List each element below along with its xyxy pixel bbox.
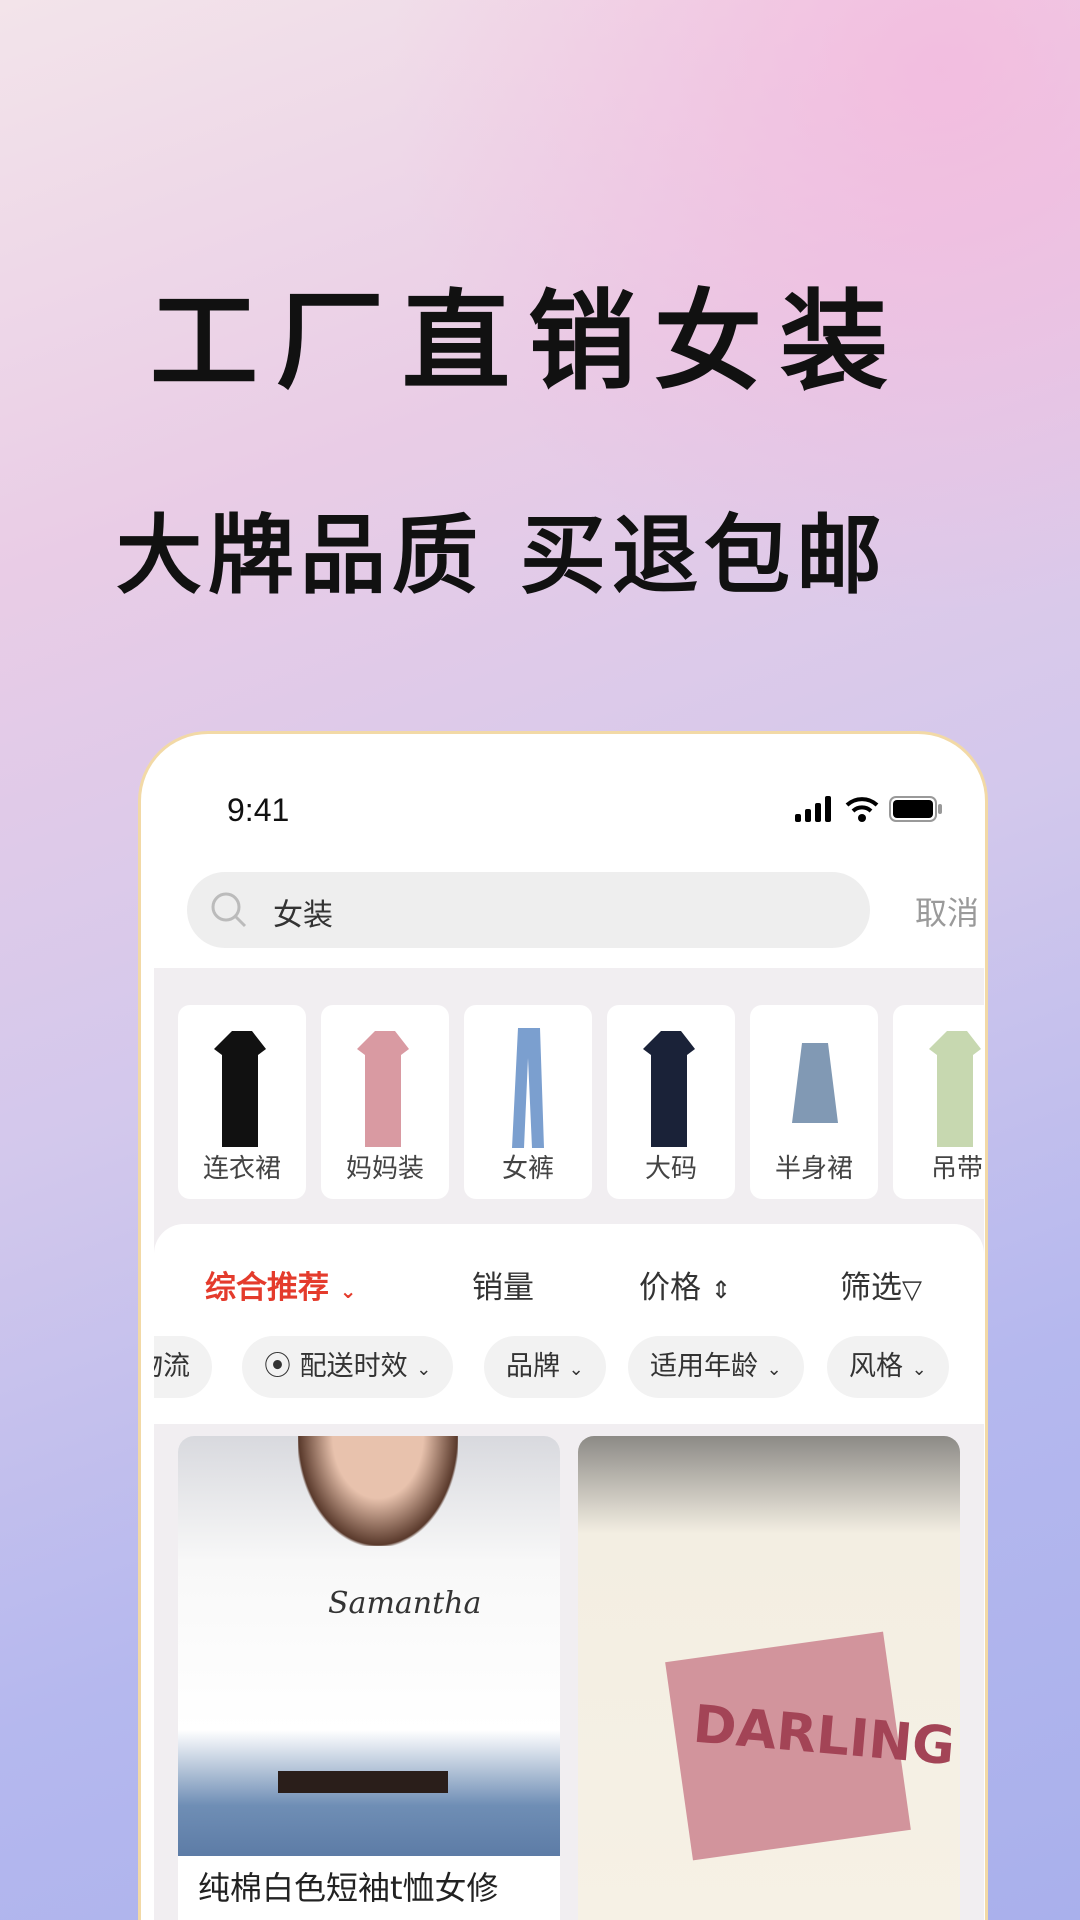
- category-item[interactable]: 连衣裙: [178, 1005, 306, 1199]
- sort-price[interactable]: 价格 ⇕: [639, 1262, 731, 1307]
- sort-filter-panel: 综合推荐 ⌄ 销量 价格 ⇕ 筛选▽ 物流⦿ 配送时效 ⌄品牌 ⌄适用年龄 ⌄风…: [154, 1224, 984, 1424]
- filter-button[interactable]: 筛选▽: [840, 1262, 922, 1307]
- phone-mockup: 9:41 女装 取消 连衣裙 妈妈装 女裤 大码 半身裙 吊带 综合推荐 ⌄ 销量 价格 …: [138, 731, 988, 1920]
- clothing-icon: [643, 1031, 695, 1147]
- category-label: 吊带: [930, 1154, 983, 1184]
- status-time: 9:41: [227, 792, 290, 828]
- filter-chip[interactable]: 物流: [154, 1336, 212, 1398]
- filter-chip[interactable]: 适用年龄 ⌄: [628, 1336, 804, 1398]
- clothing-icon: [929, 1031, 981, 1147]
- search-input[interactable]: 女装: [187, 872, 870, 948]
- location-pin-icon: ⦿: [264, 1351, 291, 1382]
- category-list: 连衣裙 妈妈装 女裤 大码 半身裙 吊带: [178, 1005, 984, 1199]
- content-area: 连衣裙 妈妈装 女裤 大码 半身裙 吊带 综合推荐 ⌄ 销量 价格 ⇕ 筛选▽ 物流 ⦿ 配…: [154, 968, 984, 1920]
- sort-updown-icon: ⇕: [710, 1276, 731, 1304]
- clothing-icon: [512, 1028, 544, 1148]
- category-label: 连衣裙: [202, 1154, 281, 1184]
- battery-icon: [889, 796, 942, 822]
- chip-label: 物流: [154, 1351, 190, 1382]
- signal-icon: [795, 796, 831, 822]
- clothing-icon: [214, 1031, 266, 1147]
- clothing-icon: [792, 1043, 838, 1123]
- sort-price-label: 价格: [639, 1270, 701, 1306]
- chip-label: 风格: [849, 1351, 903, 1382]
- category-item[interactable]: 妈妈装: [321, 1005, 449, 1199]
- product-card[interactable]: DARLING: [578, 1436, 960, 1920]
- cancel-button[interactable]: 取消: [915, 888, 979, 934]
- category-label: 半身裙: [774, 1154, 853, 1184]
- filter-chip[interactable]: ⦿ 配送时效 ⌄: [242, 1336, 454, 1398]
- product-print: Samantha: [328, 1586, 482, 1621]
- product-image: Samantha: [178, 1436, 560, 1856]
- chevron-down-icon: ⌄: [568, 1359, 584, 1380]
- wifi-icon: [845, 797, 879, 822]
- category-item[interactable]: 女裤: [464, 1005, 592, 1199]
- category-label: 妈妈装: [345, 1154, 424, 1184]
- filter-chip[interactable]: 风格 ⌄: [827, 1336, 949, 1398]
- sort-sales[interactable]: 销量: [472, 1262, 534, 1307]
- chip-label: 适用年龄: [650, 1351, 758, 1382]
- status-bar: 9:41: [141, 792, 985, 832]
- subheadline: 大牌品质 买退包邮: [116, 506, 888, 606]
- chevron-down-icon: ⌄: [766, 1359, 782, 1380]
- chip-label: 配送时效: [299, 1351, 408, 1382]
- sort-recommend[interactable]: 综合推荐 ⌄: [205, 1262, 357, 1307]
- category-item[interactable]: 半身裙: [750, 1005, 878, 1199]
- category-label: 大码: [644, 1154, 697, 1184]
- category-item[interactable]: 吊带: [893, 1005, 984, 1199]
- filter-chip[interactable]: 品牌 ⌄: [484, 1336, 606, 1398]
- product-title: 纯棉白色短袖t恤女修: [198, 1869, 499, 1907]
- chevron-down-icon: ⌄: [339, 1279, 357, 1303]
- category-item[interactable]: 大码: [607, 1005, 735, 1199]
- clothing-icon: [357, 1031, 409, 1147]
- sort-recommend-label: 综合推荐: [205, 1270, 329, 1306]
- chip-label: 品牌: [506, 1351, 560, 1382]
- chevron-down-icon: ⌄: [911, 1359, 927, 1380]
- product-image: DARLING: [578, 1436, 960, 1920]
- search-icon: [211, 892, 247, 928]
- chevron-down-icon: ⌄: [416, 1359, 432, 1380]
- funnel-icon: ▽: [902, 1275, 922, 1305]
- category-label: 女裤: [501, 1154, 554, 1184]
- search-value: 女装: [273, 898, 333, 933]
- filter-label: 筛选: [840, 1270, 902, 1306]
- product-card[interactable]: Samantha 纯棉白色短袖t恤女修: [178, 1436, 560, 1920]
- headline: 工厂直销女装: [150, 280, 907, 405]
